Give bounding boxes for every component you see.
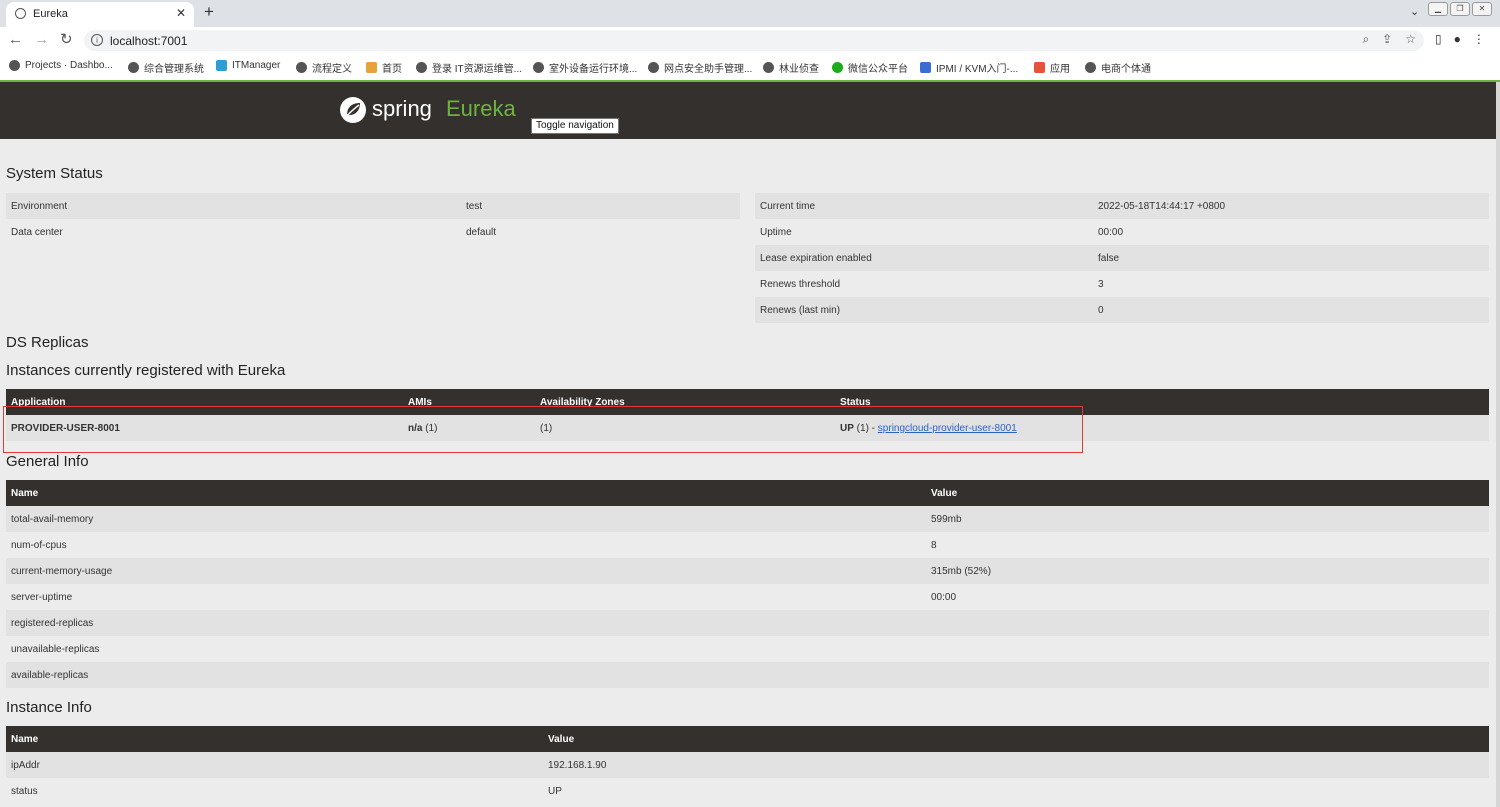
system-status-heading: System Status	[6, 165, 103, 182]
instance-info-table: Name Value ipAddr 192.168.1.90 status UP	[6, 726, 1489, 804]
table-row: Environment test	[6, 193, 740, 219]
table-row: Data center default	[6, 219, 740, 245]
bookmark-item[interactable]: 首页	[366, 60, 402, 75]
globe-icon	[416, 62, 427, 73]
share-icon[interactable]: ⇪	[1382, 32, 1392, 47]
omnibox-actions: ⌕ ⇪ ☆	[1362, 32, 1416, 47]
bookmark-item[interactable]: 微信公众平台	[832, 60, 908, 75]
forward-arrow-icon[interactable]: →	[34, 31, 49, 48]
bookmark-item[interactable]: 林业侦查	[763, 60, 819, 75]
apps-grid-icon	[1034, 62, 1045, 73]
table-row: ipAddr 192.168.1.90	[6, 752, 1489, 778]
spring-leaf-icon	[340, 97, 366, 123]
table-row: Lease expiration enabled false	[755, 245, 1489, 271]
close-icon[interactable]: ✕	[176, 6, 186, 20]
table-row: status UP	[6, 778, 1489, 804]
globe-icon	[1085, 62, 1096, 73]
table-row: server-uptime 00:00	[6, 584, 1489, 610]
wechat-icon	[832, 62, 843, 73]
table-row: Renews (last min) 0	[755, 297, 1489, 323]
table-row: available-replicas	[6, 662, 1489, 688]
column-header: Value	[543, 726, 1489, 752]
globe-icon	[296, 62, 307, 73]
bookmarks-bar: Projects · Dashbo... 综合管理系统 ITManager 流程…	[0, 54, 1500, 81]
window-close-icon[interactable]: ✕	[1472, 2, 1492, 16]
system-status-right-table: Current time 2022-05-18T14:44:17 +0800 Up…	[755, 193, 1489, 323]
bookmark-item[interactable]: 登录 IT资源运维管...	[416, 60, 522, 75]
info-icon[interactable]: i	[91, 34, 103, 46]
page-scrollbar[interactable]	[1496, 82, 1500, 807]
highlight-box	[3, 406, 1083, 453]
profile-icon[interactable]: ●	[1454, 32, 1461, 46]
ds-replicas-heading: DS Replicas	[6, 334, 89, 351]
zoom-icon[interactable]: ⌕	[1362, 32, 1369, 47]
column-header: Name	[6, 726, 543, 752]
reload-icon[interactable]: ↻	[60, 31, 73, 48]
globe-icon	[763, 62, 774, 73]
table-row: registered-replicas	[6, 610, 1489, 636]
new-tab-icon[interactable]: +	[204, 2, 214, 22]
table-row: total-avail-memory 599mb	[6, 506, 1489, 532]
url-text[interactable]: localhost:7001	[110, 34, 187, 48]
column-header: Value	[926, 480, 1489, 506]
table-header-row: Name Value	[6, 726, 1489, 752]
bookmark-item[interactable]: 应用	[1034, 60, 1070, 75]
table-row: Renews threshold 3	[755, 271, 1489, 297]
instance-info-heading: Instance Info	[6, 699, 92, 716]
ipmi-icon	[920, 62, 931, 73]
eureka-navbar: spring Eureka Toggle navigation	[0, 82, 1500, 139]
column-header: Name	[6, 480, 926, 506]
home-icon	[366, 62, 377, 73]
logo-spring-text: spring	[372, 96, 432, 121]
bookmark-item[interactable]: 流程定义	[296, 60, 352, 75]
itmanager-icon	[216, 60, 227, 71]
bookmark-item[interactable]: ITManager	[216, 60, 280, 71]
globe-icon	[128, 62, 139, 73]
bookmark-item[interactable]: Projects · Dashbo...	[9, 60, 113, 71]
address-bar[interactable]: i localhost:7001 ⌕ ⇪ ☆	[84, 30, 1424, 51]
browser-tabstrip: Eureka ✕ + ⌄ ▁ ❐ ✕	[0, 0, 1500, 27]
bookmark-item[interactable]: 室外设备运行环境...	[533, 60, 637, 75]
menu-icon[interactable]: ⋮	[1473, 32, 1485, 46]
tab-title: Eureka	[33, 8, 68, 20]
chevron-down-icon[interactable]: ⌄	[1410, 5, 1419, 18]
window-controls: ▁ ❐ ✕	[1428, 2, 1492, 16]
toggle-navigation-button[interactable]: Toggle navigation	[531, 118, 619, 134]
table-row: current-memory-usage 315mb (52%)	[6, 558, 1489, 584]
browser-toolbar: ← → ↻ i localhost:7001 ⌕ ⇪ ☆ ▯ ● ⋮	[0, 27, 1500, 54]
globe-icon	[533, 62, 544, 73]
general-info-table: Name Value total-avail-memory 599mb num-o…	[6, 480, 1489, 688]
table-header-row: Name Value	[6, 480, 1489, 506]
table-row: unavailable-replicas	[6, 636, 1489, 662]
bookmark-item[interactable]: 电商个体通	[1085, 60, 1151, 75]
table-row: Uptime 00:00	[755, 219, 1489, 245]
side-panel-icon[interactable]: ▯	[1435, 32, 1442, 46]
table-row: num-of-cpus 8	[6, 532, 1489, 558]
bookmark-item[interactable]: 网点安全助手管理...	[648, 60, 752, 75]
toolbar-right: ▯ ● ⋮	[1435, 32, 1485, 46]
table-row: Current time 2022-05-18T14:44:17 +0800	[755, 193, 1489, 219]
instances-heading: Instances currently registered with Eure…	[6, 362, 286, 379]
back-arrow-icon[interactable]: ←	[8, 31, 23, 48]
bookmark-item[interactable]: 综合管理系统	[128, 60, 204, 75]
browser-tab[interactable]: Eureka ✕	[6, 2, 194, 27]
bookmark-item[interactable]: IPMI / KVM入门-...	[920, 60, 1018, 75]
system-status-left-table: Environment test Data center default	[6, 193, 740, 245]
minimize-icon[interactable]: ▁	[1428, 2, 1448, 16]
general-info-heading: General Info	[6, 453, 89, 470]
globe-icon	[15, 8, 26, 19]
globe-icon	[648, 62, 659, 73]
star-icon[interactable]: ☆	[1405, 32, 1416, 47]
logo-eureka-text: Eureka	[446, 96, 516, 121]
globe-icon	[9, 60, 20, 71]
restore-icon[interactable]: ❐	[1450, 2, 1470, 16]
